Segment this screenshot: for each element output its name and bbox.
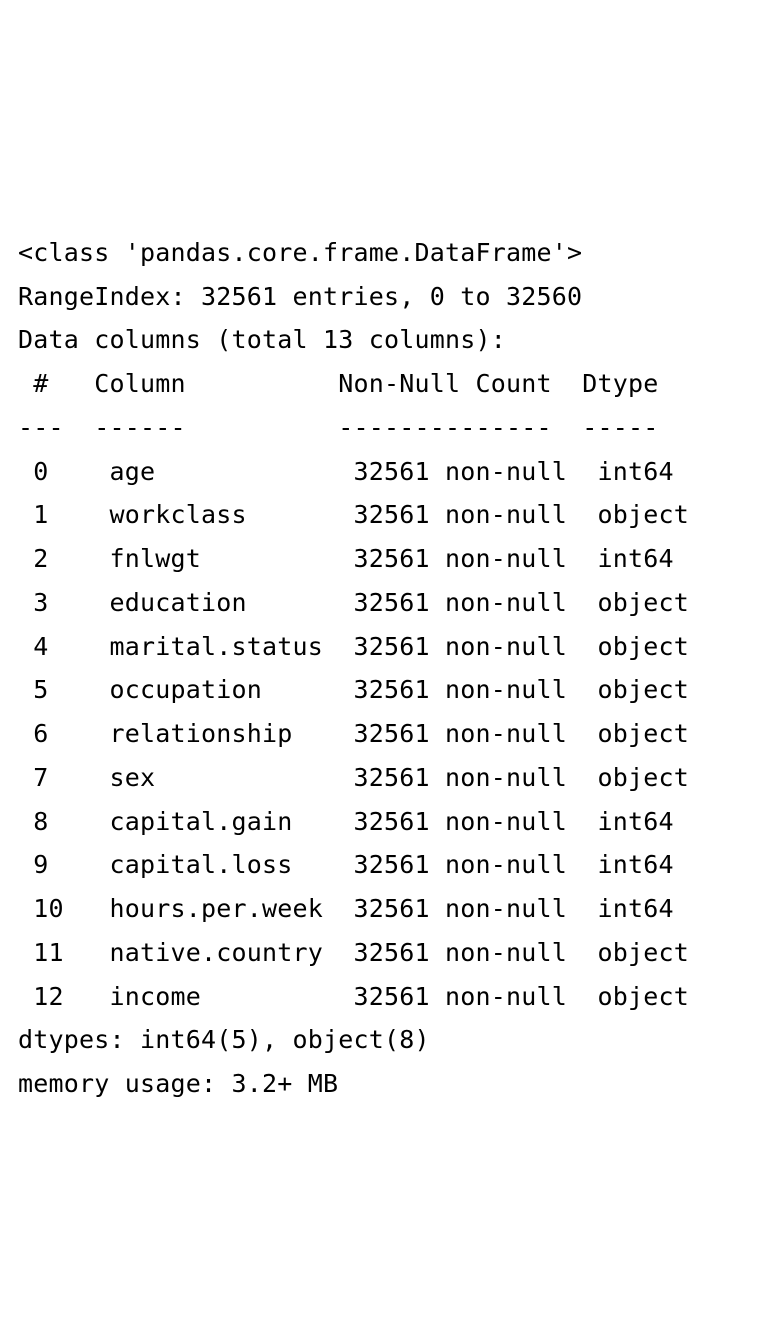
dtypes-line: dtypes: int64(5), object(8) (18, 1025, 430, 1054)
column-row: 1 workclass 32561 non-null object (18, 500, 689, 529)
column-row: 11 native.country 32561 non-null object (18, 938, 689, 967)
column-row: 12 income 32561 non-null object (18, 982, 689, 1011)
column-row: 2 fnlwgt 32561 non-null int64 (18, 544, 674, 573)
range-index-line: RangeIndex: 32561 entries, 0 to 32560 (18, 282, 582, 311)
column-row: 6 relationship 32561 non-null object (18, 719, 689, 748)
dataframe-info-output: <class 'pandas.core.frame.DataFrame'> Ra… (18, 187, 758, 1106)
column-row: 9 capital.loss 32561 non-null int64 (18, 850, 674, 879)
column-row: 5 occupation 32561 non-null object (18, 675, 689, 704)
memory-line: memory usage: 3.2+ MB (18, 1069, 338, 1098)
column-row: 0 age 32561 non-null int64 (18, 457, 674, 486)
table-separator-line: --- ------ -------------- ----- (18, 413, 674, 442)
table-header-line: # Column Non-Null Count Dtype (18, 369, 674, 398)
column-row: 8 capital.gain 32561 non-null int64 (18, 807, 674, 836)
column-row: 7 sex 32561 non-null object (18, 763, 689, 792)
column-row: 10 hours.per.week 32561 non-null int64 (18, 894, 674, 923)
class-line: <class 'pandas.core.frame.DataFrame'> (18, 238, 582, 267)
column-row: 3 education 32561 non-null object (18, 588, 689, 617)
data-columns-line: Data columns (total 13 columns): (18, 325, 506, 354)
column-row: 4 marital.status 32561 non-null object (18, 632, 689, 661)
